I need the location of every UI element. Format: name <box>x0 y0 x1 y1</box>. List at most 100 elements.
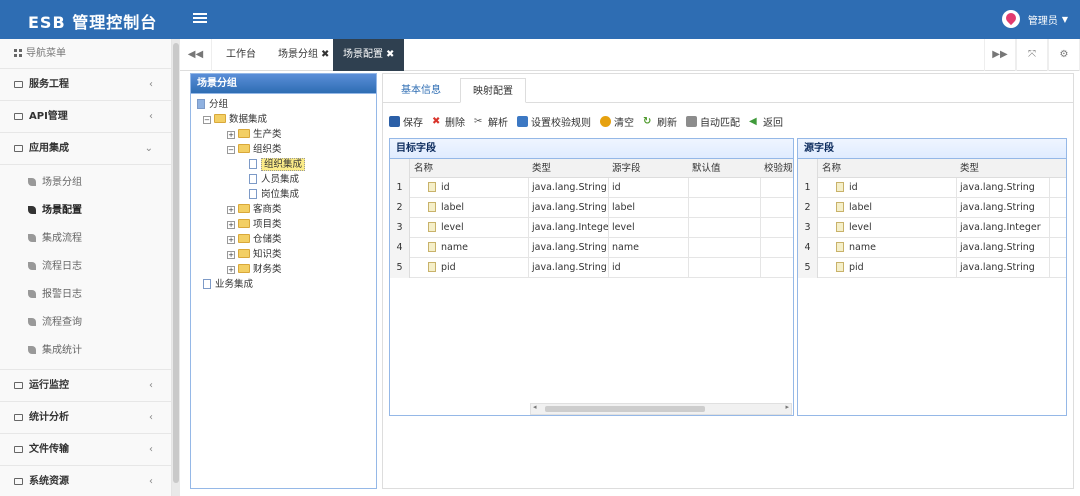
table-row[interactable]: 4 name java.lang.String name <box>390 238 793 258</box>
table-row[interactable]: 5 pid java.lang.String <box>798 258 1066 278</box>
parse-button[interactable]: ✂ 解析 <box>474 114 508 129</box>
sidebar-item-statistics[interactable]: 统计分析 ‹ <box>0 402 171 434</box>
leaf-icon <box>28 290 36 298</box>
config-tabs: 基本信息 映射配置 <box>383 74 1073 103</box>
col-header-type[interactable]: 类型 <box>532 159 610 178</box>
folder-icon <box>238 204 250 213</box>
source-fields-grid: 源字段 名称 类型 1 id java.lang.String 2 label … <box>797 138 1067 416</box>
col-header-rule[interactable]: 校验规 <box>764 159 793 178</box>
scroll-right-icon[interactable]: ▸ <box>785 403 789 411</box>
sidebar-subitem-alarm-log[interactable]: 报警日志 <box>0 281 171 309</box>
target-grid-header: 名称 类型 源字段 默认值 校验规 <box>390 159 793 178</box>
table-row[interactable]: 2 label java.lang.String <box>798 198 1066 218</box>
table-row[interactable]: 1 id java.lang.String id <box>390 178 793 198</box>
table-row[interactable]: 3 level java.lang.Integer <box>798 218 1066 238</box>
gear-icon[interactable]: ⚙ <box>1048 39 1080 71</box>
clear-icon <box>600 115 611 127</box>
delete-button[interactable]: ✖ 删除 <box>432 114 465 129</box>
user-name: 管理员 <box>1027 15 1058 27</box>
sidebar-subitem-integration-stats[interactable]: 集成统计 <box>0 337 171 365</box>
root-icon <box>197 99 205 109</box>
tab-mapping-config[interactable]: 映射配置 <box>460 78 526 103</box>
folder-open-icon <box>214 114 226 123</box>
file-icon <box>203 279 211 289</box>
col-header-name[interactable]: 名称 <box>822 159 952 178</box>
set-validation-rule-button[interactable]: 设置校验规则 <box>517 114 591 129</box>
tree-node-merchant[interactable]: + 客商类 <box>227 202 282 217</box>
sidebar-item-runtime-monitor[interactable]: 运行监控 ‹ <box>0 370 171 402</box>
folder-icon <box>238 249 250 258</box>
tab-scene-group[interactable]: 场景分组 ✖ <box>268 39 339 71</box>
expand-icon[interactable]: + <box>227 206 235 214</box>
tab-scroll-right-icon[interactable]: ▶▶ <box>984 39 1016 71</box>
close-icon[interactable]: ✖ <box>386 49 394 60</box>
close-icon[interactable]: ✖ <box>321 49 329 60</box>
table-row[interactable]: 1 id java.lang.String <box>798 178 1066 198</box>
table-row[interactable]: 4 name java.lang.String <box>798 238 1066 258</box>
horizontal-scrollbar[interactable]: ◂ ▸ <box>530 403 792 415</box>
folder-icon <box>14 382 23 389</box>
file-icon <box>249 174 257 184</box>
table-row[interactable]: 5 pid java.lang.String id <box>390 258 793 278</box>
tree-node-position-integration[interactable]: 岗位集成 <box>249 187 299 202</box>
table-row[interactable]: 2 label java.lang.String label <box>390 198 793 218</box>
save-button[interactable]: 保存 <box>389 114 423 129</box>
expand-icon[interactable]: + <box>227 131 235 139</box>
sidebar-item-file-transfer[interactable]: 文件传输 ‹ <box>0 434 171 466</box>
expand-icon[interactable]: + <box>227 266 235 274</box>
col-header-default[interactable]: 默认值 <box>692 159 762 178</box>
sidebar-subitem-scene-group[interactable]: 场景分组 <box>0 169 171 197</box>
field-icon <box>428 242 436 252</box>
source-grid-title: 源字段 <box>798 139 1066 159</box>
sidebar-subitem-flow-log[interactable]: 流程日志 <box>0 253 171 281</box>
auto-match-button[interactable]: 自动匹配 <box>686 114 740 129</box>
chevron-left-icon: ‹ <box>149 476 153 487</box>
sidebar-item-api-management[interactable]: API管理 ‹ <box>0 101 171 133</box>
tab-workbench[interactable]: 工作台 <box>216 39 266 71</box>
collapse-icon[interactable]: − <box>203 116 211 124</box>
sidebar-item-app-integration[interactable]: 应用集成 ⌄ <box>0 133 171 165</box>
scroll-left-icon[interactable]: ◂ <box>533 403 537 411</box>
tree-node-production[interactable]: + 生产类 <box>227 127 282 142</box>
sidebar-item-service-project[interactable]: 服务工程 ‹ <box>0 69 171 101</box>
tab-scroll-left-icon[interactable]: ◀◀ <box>180 39 212 71</box>
tree-node-finance[interactable]: + 财务类 <box>227 262 282 277</box>
user-menu[interactable]: 管理员 ▼ <box>1001 10 1068 28</box>
table-row[interactable]: 3 level java.lang.Intege level <box>390 218 793 238</box>
sidebar-subitem-scene-config[interactable]: 场景配置 <box>0 197 171 225</box>
tree-node-organization[interactable]: − 组织类 <box>227 142 282 157</box>
sidebar-header: 导航菜单 <box>0 39 171 69</box>
tree-node-data-integration[interactable]: − 数据集成 <box>203 112 267 127</box>
col-header-type[interactable]: 类型 <box>960 159 1050 178</box>
collapse-icon[interactable]: − <box>227 146 235 154</box>
tab-scene-config[interactable]: 场景配置 ✖ <box>333 39 405 71</box>
col-header-source[interactable]: 源字段 <box>612 159 688 178</box>
sidebar-subitem-flow-query[interactable]: 流程查询 <box>0 309 171 337</box>
sidebar-subitem-integration-flow[interactable]: 集成流程 <box>0 225 171 253</box>
tree-node-org-integration[interactable]: 组织集成 <box>249 157 306 172</box>
sidebar-scrollbar[interactable] <box>172 39 180 496</box>
tree-node-knowledge[interactable]: + 知识类 <box>227 247 282 262</box>
tree-node-project[interactable]: + 项目类 <box>227 217 282 232</box>
col-header-name[interactable]: 名称 <box>414 159 529 178</box>
back-button[interactable]: ◀ 返回 <box>749 114 783 129</box>
field-icon <box>428 262 436 272</box>
scrollbar-thumb[interactable] <box>545 406 705 412</box>
target-fields-grid: 目标字段 名称 类型 源字段 默认值 校验规 1 id java.lang.St… <box>389 138 794 416</box>
expand-icon[interactable]: + <box>227 221 235 229</box>
menu-toggle-icon[interactable] <box>193 11 207 25</box>
clear-button[interactable]: 清空 <box>600 114 634 129</box>
sidebar-item-system-resource[interactable]: 系统资源 ‹ <box>0 466 171 496</box>
tree-node-person-integration[interactable]: 人员集成 <box>249 172 299 187</box>
fullscreen-icon[interactable]: ⤧ <box>1016 39 1048 71</box>
tab-basic-info[interactable]: 基本信息 <box>389 78 453 103</box>
tree-node-warehouse[interactable]: + 仓储类 <box>227 232 282 247</box>
tree-node-business-integration[interactable]: 业务集成 <box>203 277 253 292</box>
expand-icon[interactable]: + <box>227 236 235 244</box>
tree-node-root[interactable]: 分组 <box>197 97 228 112</box>
file-icon <box>249 189 257 199</box>
expand-icon[interactable]: + <box>227 251 235 259</box>
field-icon <box>836 182 844 192</box>
field-icon <box>428 182 436 192</box>
refresh-button[interactable]: ↻ 刷新 <box>643 114 677 129</box>
